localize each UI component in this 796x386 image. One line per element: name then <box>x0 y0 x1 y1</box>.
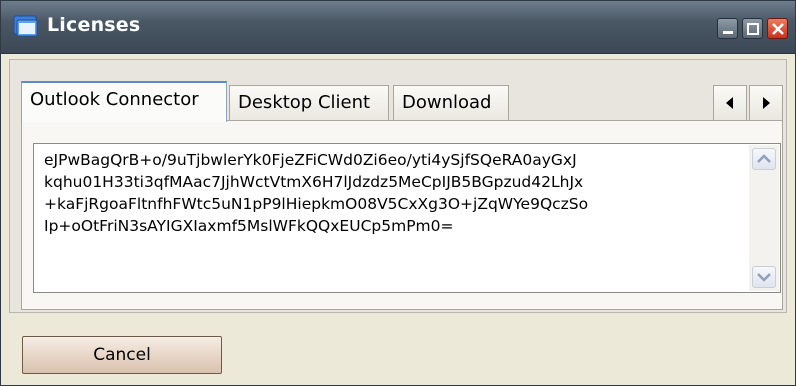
tab-desktop-client[interactable]: Desktop Client <box>229 85 389 121</box>
scroll-up-button[interactable] <box>752 148 776 170</box>
tab-label: Download <box>402 92 492 113</box>
license-key-text[interactable]: eJPwBagQrB+o/9uTjbwlerYk0FjeZFiCWd0Zi6eo… <box>44 149 734 237</box>
chevron-left-icon <box>726 97 733 109</box>
tab-download[interactable]: Download <box>393 85 509 121</box>
tab-label: Desktop Client <box>238 92 371 113</box>
tab-scroll-left-button[interactable] <box>713 85 747 121</box>
license-key-textarea[interactable]: eJPwBagQrB+o/9uTjbwlerYk0FjeZFiCWd0Zi6eo… <box>33 143 781 293</box>
minimize-button[interactable] <box>717 18 738 39</box>
vertical-scrollbar[interactable] <box>749 145 779 291</box>
close-button[interactable] <box>767 18 788 39</box>
close-icon <box>772 23 784 35</box>
window-title: Licenses <box>47 14 141 36</box>
tab-outlook-connector[interactable]: Outlook Connector <box>21 81 227 122</box>
title-bar[interactable]: Licenses <box>1 1 795 54</box>
tab-scroll-right-button[interactable] <box>749 85 783 121</box>
tab-label: Outlook Connector <box>30 89 199 110</box>
cancel-button[interactable]: Cancel <box>22 336 222 374</box>
chevron-right-icon <box>763 97 770 109</box>
scroll-down-button[interactable] <box>752 266 776 288</box>
maximize-icon <box>747 23 759 35</box>
minimize-icon <box>723 31 733 34</box>
chevron-down-icon <box>757 273 771 282</box>
window-app-icon <box>13 15 38 37</box>
licenses-window: Licenses Outlook Connector Desktop Clien… <box>0 0 796 386</box>
maximize-button[interactable] <box>742 18 763 39</box>
chevron-up-icon <box>757 154 771 163</box>
